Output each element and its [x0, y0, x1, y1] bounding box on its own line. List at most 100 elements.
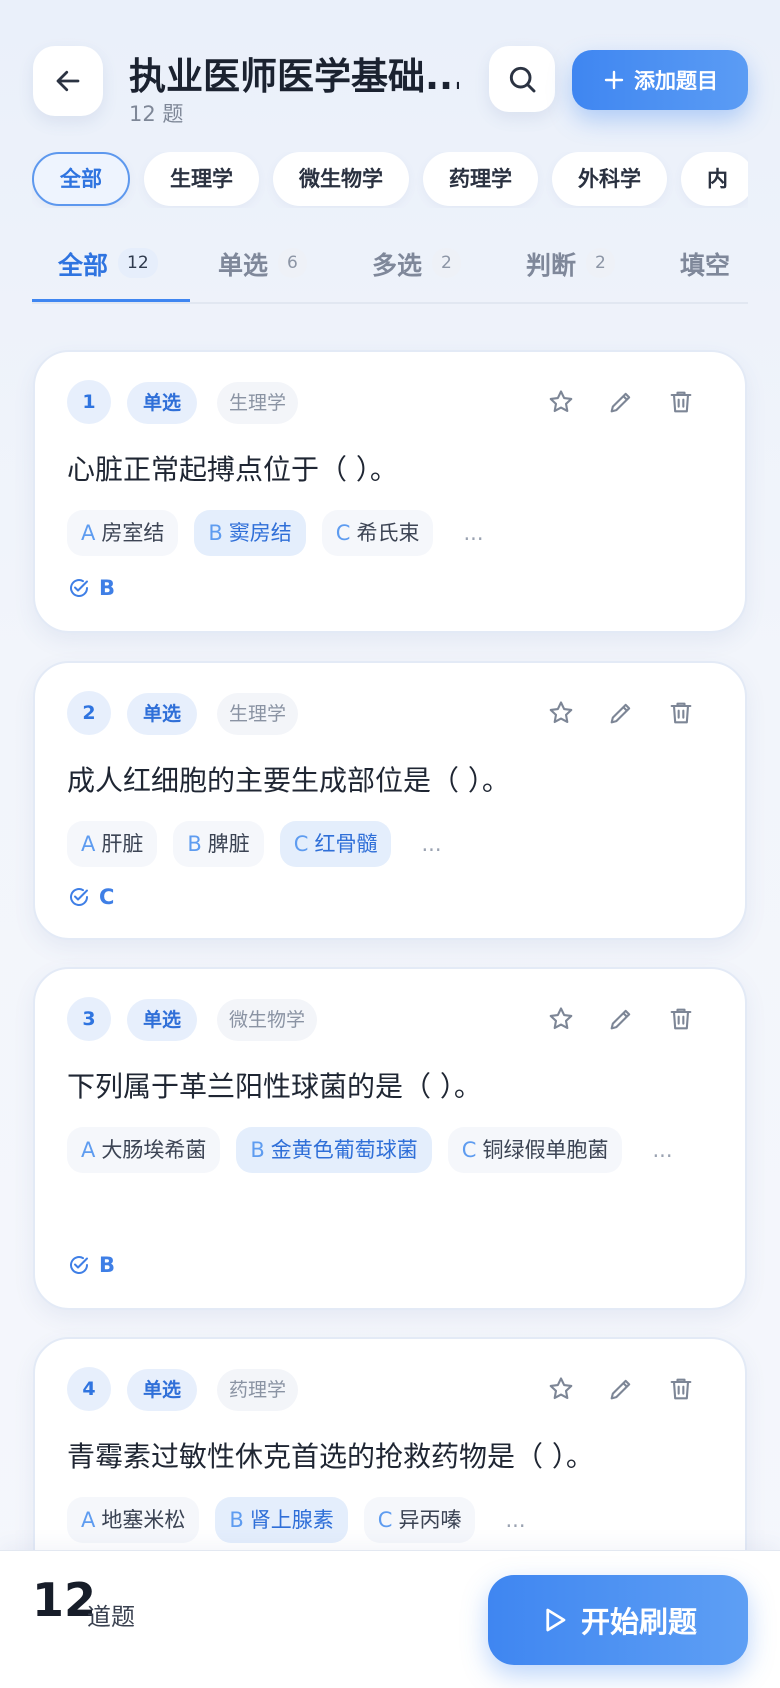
question-card[interactable]: 3 单选 微生物学 下列属于革兰阳性球菌的是（ ）。 A 大肠埃希菌 B 金黄色葡萄球…: [33, 967, 747, 1310]
star-icon: [549, 1377, 573, 1400]
tab-label: 多选: [372, 251, 423, 280]
option-text: 窦房结: [228, 521, 292, 545]
question-text: 成人红细胞的主要生成部位是（ ）。: [67, 764, 510, 797]
chip-all[interactable]: 全部: [32, 152, 130, 206]
header: 执业医师医学基础... 12 题 添加题目: [33, 46, 748, 126]
star-icon: [549, 390, 573, 413]
option-c: C 希氏束: [321, 510, 434, 556]
delete-button[interactable]: [663, 1001, 699, 1037]
tab-count: 12: [118, 248, 158, 278]
question-card[interactable]: 1 单选 生理学 心脏正常起搏点位于（ ）。 A 房室结 B 窦房结 C 希氏束... B: [33, 350, 747, 633]
option-b: B 金黄色葡萄球菌: [236, 1127, 432, 1173]
more-options: ...: [652, 1138, 673, 1162]
option-text: 大肠埃希菌: [101, 1138, 207, 1162]
more-options: ...: [421, 832, 442, 856]
tab-true-false[interactable]: 判断 2: [526, 228, 615, 302]
option-letter: B: [208, 521, 223, 545]
star-icon: [549, 1007, 573, 1030]
option-c: C 红骨髓: [279, 821, 392, 867]
more-options: ...: [463, 521, 484, 545]
delete-button[interactable]: [663, 1371, 699, 1407]
edit-button[interactable]: [603, 384, 639, 420]
option-letter: B: [250, 1138, 265, 1162]
option-text: 红骨髓: [314, 832, 378, 856]
favorite-button[interactable]: [543, 1001, 579, 1037]
option-text: 金黄色葡萄球菌: [270, 1138, 418, 1162]
option-letter: C: [335, 521, 351, 545]
favorite-button[interactable]: [543, 1371, 579, 1407]
edit-button[interactable]: [603, 1371, 639, 1407]
tab-count: 6: [278, 248, 307, 278]
option-letter: A: [81, 1138, 96, 1162]
tab-label: 判断: [526, 251, 577, 280]
start-practice-button[interactable]: 开始刷题: [488, 1575, 748, 1665]
chip-pharmacology[interactable]: 药理学: [423, 152, 538, 206]
option-b: B 窦房结: [194, 510, 306, 556]
option-c: C 铜绿假单胞菌: [447, 1127, 623, 1173]
tab-single-choice[interactable]: 单选 6: [218, 228, 307, 302]
chip-surgery[interactable]: 外科学: [552, 152, 667, 206]
page-title: 执业医师医学基础...: [129, 55, 459, 98]
trash-icon: [670, 391, 692, 413]
question-number: 3: [67, 997, 111, 1041]
question-type-badge: 单选: [127, 382, 198, 424]
option-a: A 肝脏: [67, 821, 158, 867]
tab-count: 2: [586, 248, 615, 278]
add-question-button[interactable]: 添加题目: [572, 50, 748, 110]
trash-icon: [670, 1008, 692, 1030]
back-button[interactable]: [33, 46, 103, 116]
option-a: A 地塞米松: [67, 1497, 200, 1543]
play-icon: [546, 1608, 566, 1632]
option-letter: A: [81, 1508, 96, 1532]
edit-button[interactable]: [603, 695, 639, 731]
option-text: 希氏束: [356, 521, 420, 545]
total-count-unit: 道题: [87, 1603, 135, 1631]
option-text: 脾脏: [207, 832, 250, 856]
answer-row: B: [67, 576, 115, 600]
chip-internal-medicine[interactable]: 内: [681, 152, 748, 206]
search-button[interactable]: [489, 46, 555, 112]
tab-fill-blank[interactable]: 填空: [680, 228, 730, 302]
favorite-button[interactable]: [543, 384, 579, 420]
delete-button[interactable]: [663, 695, 699, 731]
edit-button[interactable]: [603, 1001, 639, 1037]
option-text: 肝脏: [101, 832, 144, 856]
option-text: 异丙嗪: [398, 1508, 462, 1532]
type-tabs: 全部 12 单选 6 多选 2 判断 2 填空: [32, 228, 748, 304]
tab-all[interactable]: 全部 12: [58, 228, 158, 302]
chip-microbiology[interactable]: 微生物学: [273, 152, 409, 206]
pencil-icon: [610, 1009, 631, 1030]
answer-row: B: [67, 1253, 115, 1277]
start-practice-label: 开始刷题: [580, 1605, 697, 1639]
arrow-left-icon: [56, 70, 80, 92]
option-letter: C: [377, 1508, 393, 1532]
subject-badge: 生理学: [217, 382, 299, 424]
option-a: A 房室结: [67, 510, 179, 556]
subject-badge: 微生物学: [217, 999, 318, 1041]
option-b: B 脾脏: [173, 821, 264, 867]
option-text: 房室结: [101, 521, 165, 545]
tab-multiple-choice[interactable]: 多选 2: [372, 228, 461, 302]
delete-button[interactable]: [663, 384, 699, 420]
bottom-bar: 12 道题 开始刷题: [0, 1550, 780, 1688]
question-number: 2: [67, 691, 111, 735]
chip-physiology[interactable]: 生理学: [144, 152, 259, 206]
question-card[interactable]: 2 单选 生理学 成人红细胞的主要生成部位是（ ）。 A 肝脏 B 脾脏 C 红骨髓...…: [33, 661, 747, 940]
question-type-badge: 单选: [127, 693, 198, 735]
option-letter: B: [229, 1508, 244, 1532]
option-a: A 大肠埃希菌: [67, 1127, 221, 1173]
subject-badge: 药理学: [217, 1369, 299, 1411]
option-text: 铜绿假单胞菌: [482, 1138, 609, 1162]
trash-icon: [670, 1378, 692, 1400]
add-question-label: 添加题目: [634, 69, 718, 93]
active-tab-indicator: [32, 299, 190, 302]
option-text: 地塞米松: [101, 1508, 186, 1532]
option-letter: A: [81, 521, 96, 545]
tab-label: 全部: [58, 251, 109, 280]
answer-value: C: [99, 885, 115, 909]
answer-value: B: [99, 1253, 116, 1277]
check-circle-icon: [70, 579, 89, 597]
favorite-button[interactable]: [543, 695, 579, 731]
question-text: 下列属于革兰阳性球菌的是（ ）。: [67, 1070, 482, 1103]
option-c: C 异丙嗪: [363, 1497, 476, 1543]
